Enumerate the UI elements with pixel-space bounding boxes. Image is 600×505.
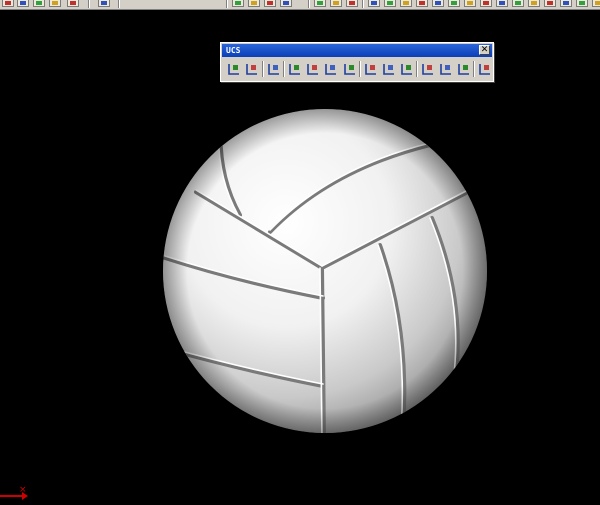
display-ucs-dialog-icon <box>246 64 257 75</box>
3-point-ucs-button[interactable] <box>398 60 416 78</box>
toolbar-separator <box>473 61 475 77</box>
ucs-toolbar-window[interactable]: UCS ✕ <box>220 42 494 82</box>
view-ucs-icon <box>344 64 355 75</box>
z-axis-vector-ucs-button[interactable] <box>380 60 398 78</box>
object-ucs-icon <box>307 64 318 75</box>
y-axis-rotate-ucs-button[interactable] <box>437 60 455 78</box>
toolbar-separator <box>416 61 418 77</box>
origin-ucs-icon <box>365 64 376 75</box>
ucs-titlebar[interactable]: UCS ✕ <box>222 44 492 57</box>
face-ucs-icon <box>325 64 336 75</box>
y-axis-rotate-ucs-icon <box>440 64 451 75</box>
ucs-axis-label: × <box>19 485 27 495</box>
close-icon: ✕ <box>480 45 489 55</box>
ucs-button[interactable] <box>225 60 243 78</box>
z-axis-rotate-ucs-icon <box>458 64 469 75</box>
origin-ucs-button[interactable] <box>362 60 380 78</box>
toolbar-separator <box>262 61 264 77</box>
x-axis-rotate-ucs-icon <box>422 64 433 75</box>
ucs-title: UCS <box>226 46 241 55</box>
apply-ucs-button[interactable] <box>476 60 494 78</box>
ucs-axis-icon: × <box>0 485 28 500</box>
x-axis-rotate-ucs-button[interactable] <box>419 60 437 78</box>
ucs-previous-icon <box>268 64 279 75</box>
ucs-icon <box>228 64 239 75</box>
z-axis-rotate-ucs-button[interactable] <box>455 60 473 78</box>
3-point-ucs-icon <box>401 64 412 75</box>
display-ucs-dialog-button[interactable] <box>243 60 261 78</box>
view-ucs-button[interactable] <box>341 60 359 78</box>
ucs-previous-button[interactable] <box>265 60 283 78</box>
z-axis-vector-ucs-icon <box>383 64 394 75</box>
toolbar-separator <box>359 61 361 77</box>
object-ucs-button[interactable] <box>304 60 322 78</box>
world-ucs-icon <box>289 64 300 75</box>
toolbar-separator <box>283 61 285 77</box>
world-ucs-button[interactable] <box>286 60 304 78</box>
close-button[interactable]: ✕ <box>479 45 490 55</box>
apply-ucs-icon <box>479 64 490 75</box>
face-ucs-button[interactable] <box>322 60 340 78</box>
